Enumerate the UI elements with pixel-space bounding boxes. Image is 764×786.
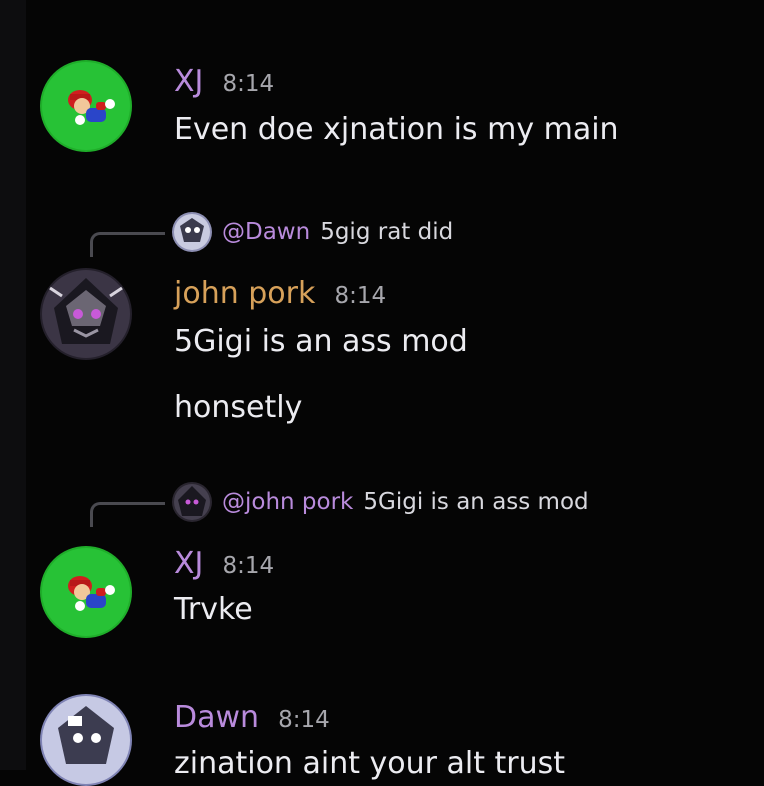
left-edge-strip [0,0,26,770]
timestamp: 8:14 [334,283,387,309]
mario-avatar[interactable] [40,60,132,152]
reply-preview[interactable]: @Dawn 5gig rat did [172,212,453,252]
message-header: Dawn 8:14 [174,700,330,735]
timestamp: 8:14 [222,71,275,97]
timestamp: 8:14 [278,707,330,733]
reply-mention[interactable]: @Dawn [222,219,310,245]
dark-character-avatar[interactable] [40,268,132,360]
message-text: honsetly [174,390,303,425]
message-text: zination aint your alt trust [174,746,566,781]
username[interactable]: Dawn [174,700,259,735]
dawn-avatar[interactable] [40,694,132,786]
message-header: XJ 8:14 [174,546,274,581]
mario-avatar[interactable] [40,546,132,638]
reply-preview[interactable]: @john pork 5Gigi is an ass mod [172,482,589,522]
message-text: Even doe xjnation is my main [174,112,619,147]
reply-spine [90,502,165,527]
dawn-mini-avatar [172,212,212,252]
message-header: john pork 8:14 [174,276,386,311]
username[interactable]: XJ [174,64,203,99]
reply-text: 5Gigi is an ass mod [363,489,589,515]
message-header: XJ 8:14 [174,64,274,99]
username[interactable]: XJ [174,546,203,581]
john-mini-avatar [172,482,212,522]
reply-mention[interactable]: @john pork [222,489,353,515]
reply-spine [90,232,165,257]
message-text: 5Gigi is an ass mod [174,324,468,359]
username[interactable]: john pork [174,276,315,311]
timestamp: 8:14 [222,553,275,579]
reply-text: 5gig rat did [320,219,454,245]
message-text: Trvke [174,592,253,627]
